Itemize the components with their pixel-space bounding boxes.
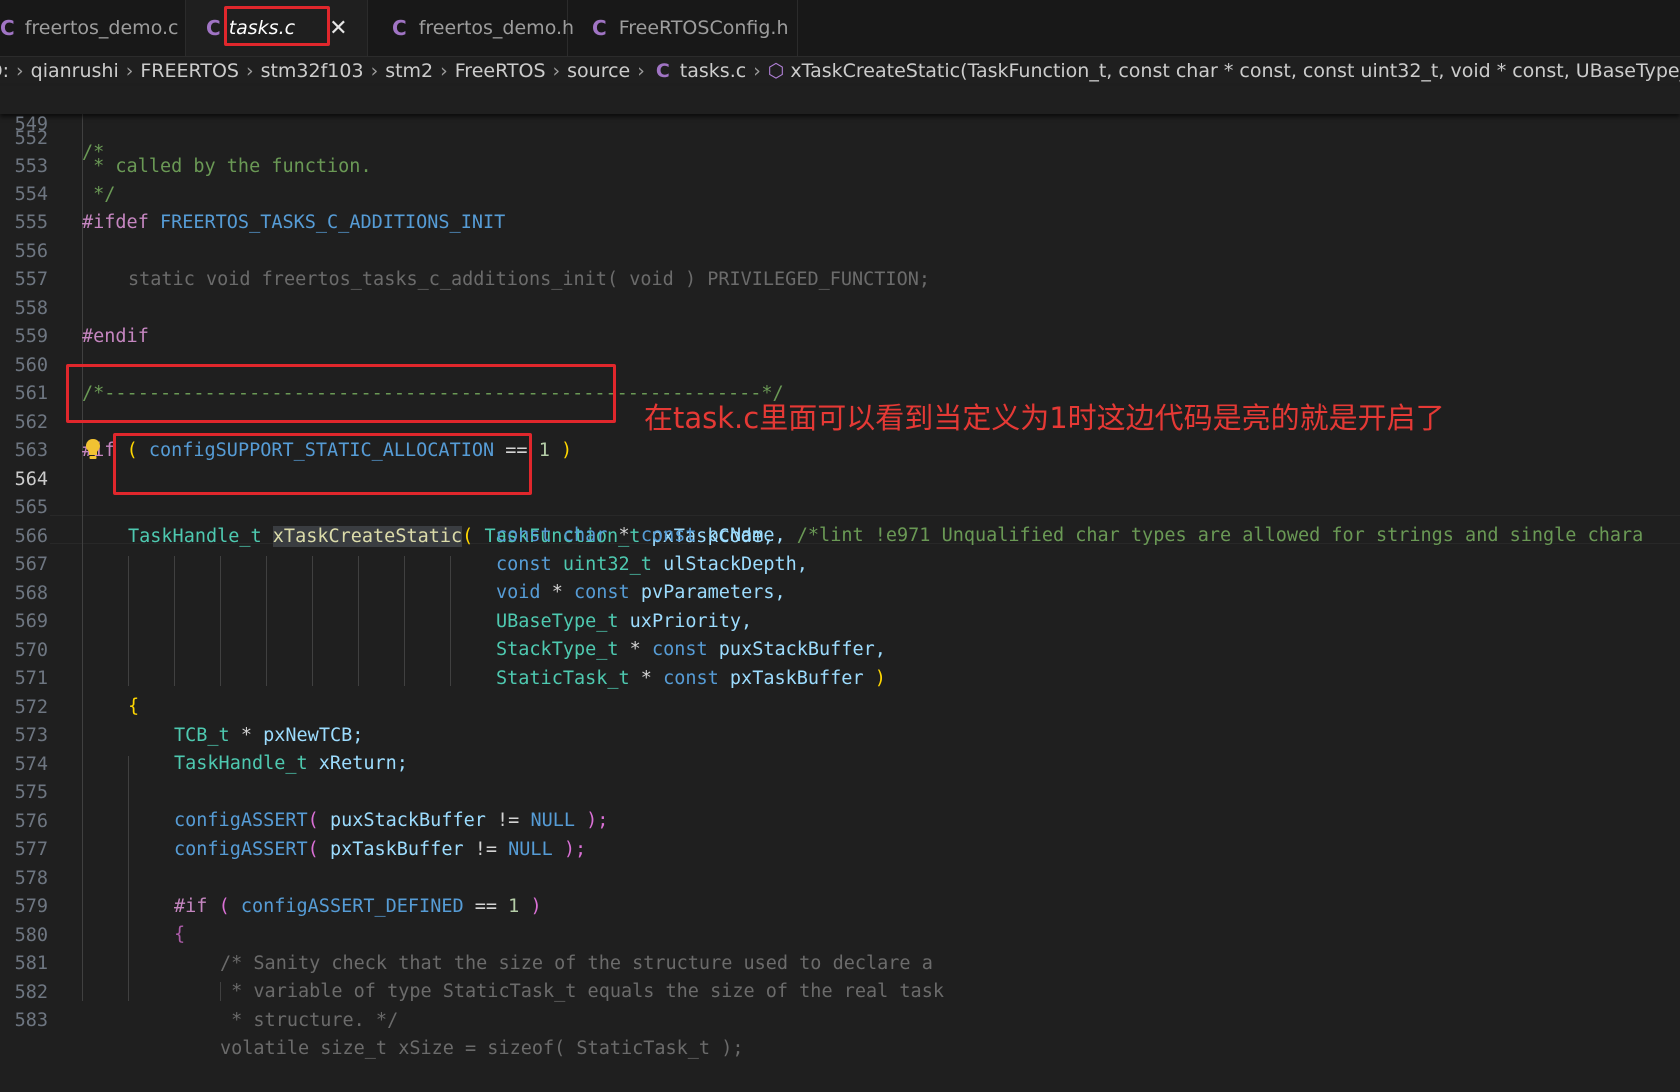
code-line: 555	[0, 180, 1680, 233]
breadcrumb-item[interactable]: qianrushi	[31, 60, 119, 82]
code-line: 567 void * const pvParameters,	[0, 522, 1680, 604]
code-line: 566 const uint32_t ulStackDepth,	[0, 494, 1680, 576]
symbol-method-icon: ⬡	[767, 60, 785, 82]
tab-freertos-demo-c[interactable]: C freertos_demo.c	[0, 0, 186, 56]
tab-label: freertos_demo.h	[418, 17, 575, 39]
code-line: 559	[0, 294, 1680, 347]
line-number: 549	[14, 113, 48, 135]
code-line: 579 {	[0, 864, 1680, 946]
code-line: 573 TaskHandle_t xReturn;	[0, 693, 1680, 775]
code-line: 582 * structure. */	[0, 950, 1680, 1032]
chevron-right-icon: ›	[753, 60, 761, 82]
code-line: 554 #ifdef FREERTOS_TASKS_C_ADDITIONS_IN…	[0, 152, 1680, 234]
code-line: 556 static void freertos_tasks_c_additio…	[0, 209, 1680, 291]
code-editor[interactable]: 552 * called by the function. 549 /* 553…	[0, 86, 1680, 1059]
c-file-icon: C	[655, 60, 670, 82]
code-line: 569 StackType_t * const puxStackBuffer,	[0, 579, 1680, 661]
breadcrumb-item[interactable]: D:	[0, 60, 9, 82]
breadcrumb-symbol[interactable]: xTaskCreateStatic(TaskFunction_t, const …	[790, 60, 1680, 82]
breadcrumb-item[interactable]: FreeRTOS	[455, 60, 546, 82]
tab-label: freertos_demo.c	[24, 17, 179, 39]
chevron-right-icon: ›	[552, 60, 561, 82]
tab-label: FreeRTOSConfig.h	[618, 17, 789, 39]
breadcrumb-file[interactable]: tasks.c	[680, 60, 746, 82]
c-file-icon: C	[392, 16, 407, 40]
c-file-icon: C	[206, 16, 221, 40]
code-text: volatile size_t xSize = sizeof( StaticTa…	[220, 1038, 744, 1059]
code-line: 571 {	[0, 636, 1680, 718]
code-line: 578 #if ( configASSERT_DEFINED == 1 )	[0, 836, 1680, 918]
code-line: 580 /* Sanity check that the size of the…	[0, 893, 1680, 975]
code-line: 568 UBaseType_t uxPriority,	[0, 551, 1680, 633]
code-line: 572 TCB_t * pxNewTCB;	[0, 665, 1680, 747]
code-line: 575 configASSERT( puxStackBuffer != NULL…	[0, 750, 1680, 832]
chevron-right-icon: ›	[637, 60, 645, 82]
c-file-icon: C	[0, 16, 15, 40]
code-line: 583 volatile size_t xSize = sizeof( Stat…	[0, 978, 1680, 1060]
sticky-scroll-header[interactable]: 549 /*	[0, 86, 1680, 163]
code-line: 581 * variable of type StaticTask_t equa…	[0, 921, 1680, 1003]
breadcrumb-item[interactable]: stm2	[385, 60, 433, 82]
line-number: 583	[14, 1009, 48, 1031]
tab-freertosconfig-h[interactable]: C FreeRTOSConfig.h	[568, 0, 798, 56]
code-line: 570 StaticTask_t * const pxTaskBuffer )	[0, 608, 1680, 690]
close-icon[interactable]: ✕	[329, 16, 347, 41]
highlight-box-function-name	[113, 433, 532, 495]
chevron-right-icon: ›	[440, 60, 448, 82]
breadcrumb-item[interactable]: stm32f103	[261, 60, 364, 82]
tab-freertos-demo-h[interactable]: C freertos_demo.h	[368, 0, 574, 56]
code-text: * structure. */	[220, 1010, 399, 1031]
chevron-right-icon: ›	[370, 60, 379, 82]
code-line: 577	[0, 807, 1680, 860]
code-line: 553 */	[0, 124, 1680, 206]
code-line: 557	[0, 237, 1680, 290]
breadcrumb-item[interactable]: FREERTOS	[140, 60, 239, 82]
c-file-icon: C	[592, 16, 607, 40]
code-line: 560 /*----------------------------------…	[0, 323, 1680, 405]
breadcrumb-item[interactable]: source	[567, 60, 630, 82]
highlight-box-if-directive	[66, 364, 616, 423]
code-line: 549 /*	[0, 82, 1680, 164]
code-line: 558 #endif	[0, 266, 1680, 348]
breadcrumb: D: › qianrushi › FREERTOS › stm32f103 › stm2…	[0, 57, 1680, 85]
code-line: 576 configASSERT( pxTaskBuffer != NULL )…	[0, 779, 1680, 861]
code-line: 574	[0, 722, 1680, 775]
code-text: /*	[82, 142, 105, 163]
chevron-right-icon: ›	[125, 60, 134, 82]
chevron-right-icon: ›	[16, 60, 24, 82]
annotation-text: 在task.c里面可以看到当定义为1时这边代码是亮的就是开启了	[644, 401, 1445, 435]
chevron-right-icon: ›	[245, 60, 254, 82]
highlight-box-tab	[224, 6, 330, 46]
